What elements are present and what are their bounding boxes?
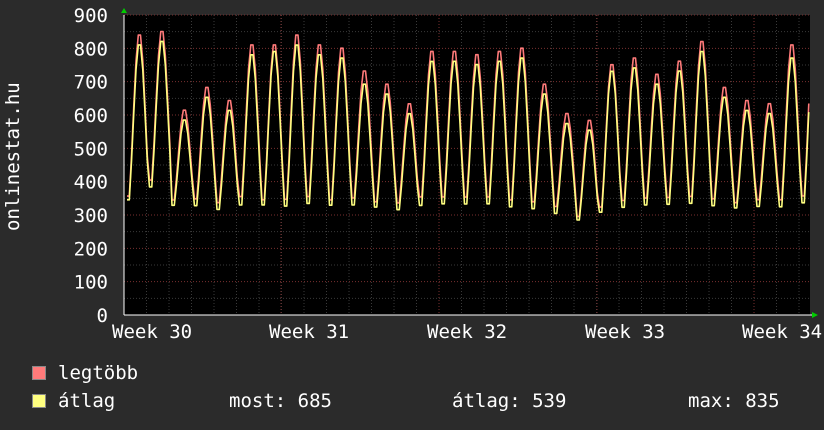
y-tick-label: 800 [74, 38, 108, 60]
stat-now: most: 685 [229, 390, 332, 412]
legend-swatch-avg [32, 394, 46, 408]
y-tick-label: 200 [74, 238, 108, 260]
stat-average: átlag: 539 [452, 390, 567, 412]
y-tick-label: 300 [74, 205, 108, 227]
x-axis-arrow-icon [812, 312, 818, 318]
y-tick-label: 500 [74, 138, 108, 160]
x-tick-labels: Week 30 Week 31 Week 32 Week 33 Week 34 [112, 321, 822, 343]
legend-label-avg: átlag [58, 390, 116, 412]
x-tick-label: Week 31 [269, 321, 349, 343]
legend-label-max: legtöbb [58, 362, 139, 384]
legend-item-max: legtöbb [32, 362, 138, 384]
x-tick-label: Week 30 [112, 321, 192, 343]
x-tick-label: Week 32 [427, 321, 507, 343]
x-tick-label: Week 34 [742, 321, 822, 343]
y-axis-label: onlinestat.hu [2, 82, 24, 231]
y-tick-labels: 0 100 200 300 400 500 600 700 800 900 [74, 5, 108, 327]
y-tick-label: 100 [74, 272, 108, 294]
y-tick-label: 700 [74, 72, 108, 94]
y-tick-label: 600 [74, 105, 108, 127]
x-tick-label: Week 33 [585, 321, 665, 343]
legend-item-avg: átlag [32, 390, 115, 412]
y-tick-label: 900 [74, 5, 108, 27]
y-tick-label: 0 [97, 305, 108, 327]
y-tick-label: 400 [74, 172, 108, 194]
y-axis-arrow-icon [121, 8, 127, 13]
stat-max: max: 835 [688, 390, 780, 412]
legend-swatch-max [32, 366, 46, 380]
